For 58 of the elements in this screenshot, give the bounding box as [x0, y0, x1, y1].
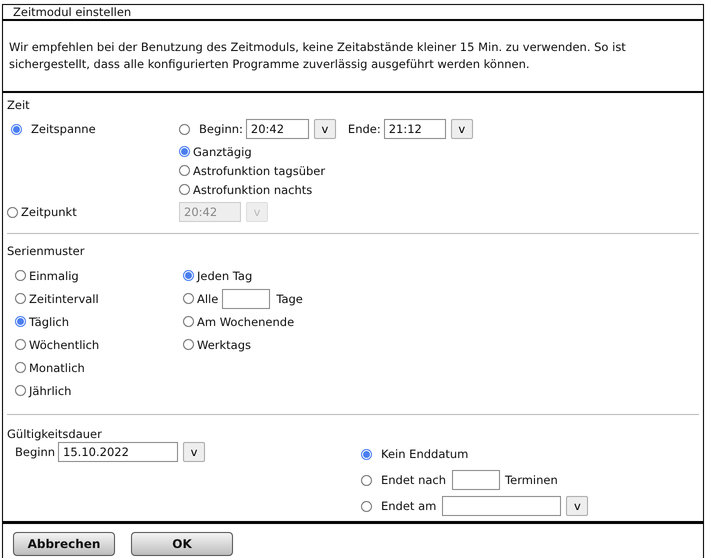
field-label: Beginn: — [199, 122, 243, 136]
dialog-button[interactable]: OK — [131, 532, 233, 556]
time-field[interactable]: 20:42 — [246, 119, 309, 139]
radio-label: Wöchentlich — [29, 338, 100, 352]
radio-button[interactable] — [15, 316, 26, 327]
section-heading: Zeit — [7, 98, 30, 112]
input-field[interactable] — [222, 288, 270, 308]
radio-label: Alle — [197, 292, 218, 306]
radio-label: Am Wochenende — [197, 314, 294, 328]
radio-button[interactable] — [15, 270, 26, 281]
radio-label: Jährlich — [29, 384, 72, 398]
input-field[interactable] — [452, 470, 500, 490]
radio-label: Zeitspanne — [31, 122, 96, 136]
date-field[interactable]: 15.10.2022 — [58, 442, 178, 462]
radio-label: Ganztägig — [193, 144, 252, 158]
radio-label: Zeitpunkt — [21, 205, 77, 219]
radio-label: Werktags — [197, 338, 252, 352]
radio-label: Monatlich — [29, 360, 85, 374]
radio-label: Endet nach — [381, 473, 446, 487]
radio-button[interactable] — [183, 316, 194, 327]
radio-button[interactable] — [179, 184, 190, 195]
radio-label: Kein Enddatum — [381, 447, 468, 461]
field-label: Ende: — [348, 122, 381, 136]
radio-label: Endet am — [381, 499, 436, 513]
field-label: Tage — [276, 292, 303, 306]
radio-label: Zeitintervall — [29, 292, 99, 306]
dropdown-button[interactable]: v — [183, 442, 206, 462]
radio-button[interactable] — [183, 293, 194, 304]
dropdown-button[interactable]: v — [450, 119, 473, 139]
radio-label: Astrofunktion tagsüber — [193, 164, 326, 178]
window-title: Zeitmodul einstellen — [2, 4, 704, 21]
radio-button[interactable] — [179, 124, 190, 134]
radio-button[interactable] — [179, 165, 190, 176]
radio-button[interactable] — [361, 474, 372, 486]
radio-label: Jeden Tag — [197, 268, 252, 282]
dialog-button[interactable]: Abbrechen — [13, 532, 115, 556]
radio-button[interactable] — [179, 146, 190, 157]
radio-button[interactable] — [15, 385, 26, 396]
section-heading: Serienmuster — [7, 244, 84, 258]
notice-text: Wir empfehlen bei der Benutzung des Zeitmoduls, keine Zeitabstände kleiner 15 Min. zu verwenden. So ist sichergestellt, dass alle konfigurierten Programme zuverlässig ausgeführt werden können. — [9, 40, 626, 71]
radio-button[interactable] — [11, 124, 22, 134]
dropdown-button[interactable]: v — [566, 496, 588, 516]
time-field[interactable]: 21:12 — [384, 119, 446, 139]
field-label: Beginn — [15, 445, 56, 459]
radio-button[interactable] — [183, 270, 194, 281]
dropdown-button[interactable]: v — [314, 119, 336, 139]
radio-button[interactable] — [15, 362, 26, 373]
radio-button[interactable] — [15, 293, 26, 304]
date-field[interactable] — [442, 496, 562, 516]
radio-button[interactable] — [183, 339, 194, 350]
section-heading: Gültigkeitsdauer — [7, 427, 102, 441]
radio-button[interactable] — [361, 500, 372, 512]
radio-button[interactable] — [361, 448, 372, 460]
radio-label: Täglich — [29, 314, 70, 328]
radio-label: Einmalig — [29, 268, 79, 282]
radio-button[interactable] — [15, 339, 26, 350]
field-label: Terminen — [505, 473, 558, 487]
radio-label: Astrofunktion nachts — [193, 182, 312, 196]
